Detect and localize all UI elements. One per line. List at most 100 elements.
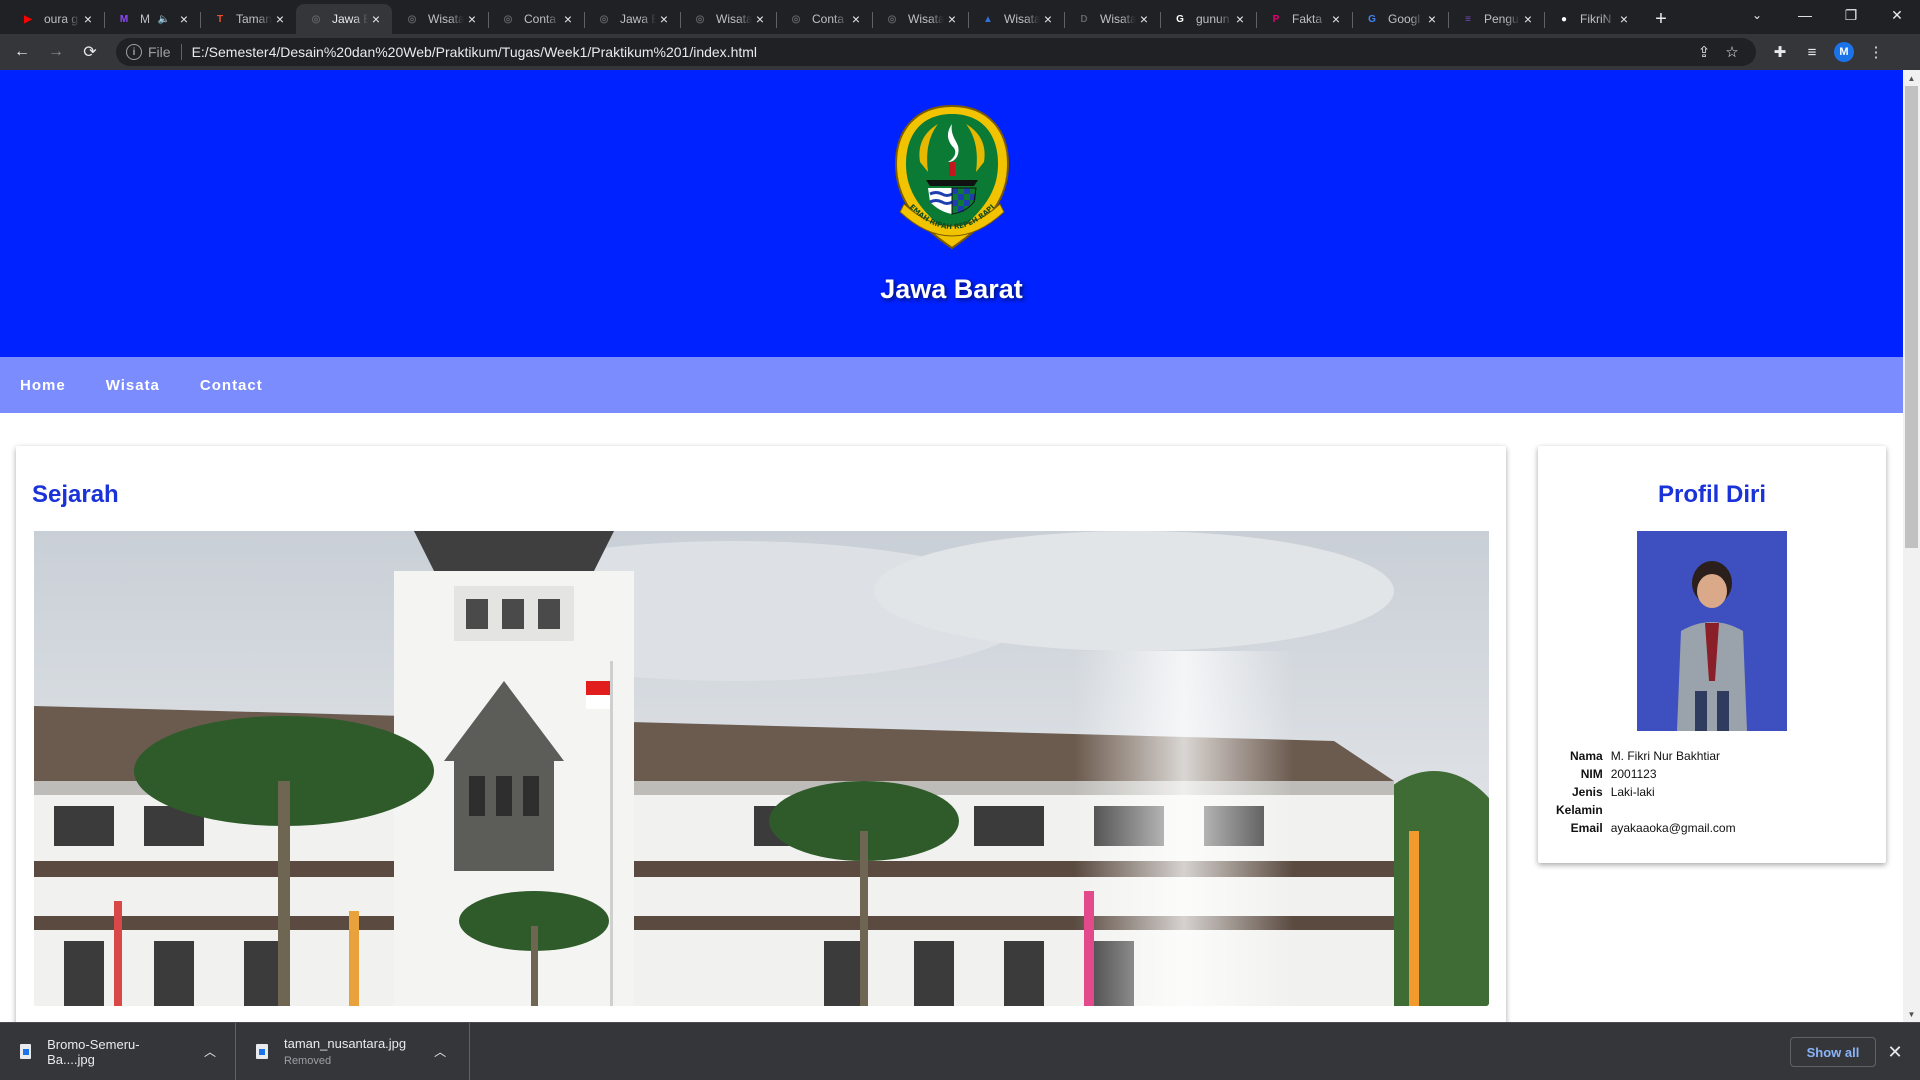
profile-avatar[interactable]: M (1828, 36, 1860, 68)
chevron-up-icon[interactable]: ︿ (426, 1043, 454, 1060)
download-bar: Bromo-Semeru-Ba....jpg ︿ taman_nusantara… (0, 1022, 1920, 1080)
tab-search-icon[interactable]: ⌄ (1742, 2, 1772, 28)
info-icon[interactable]: i (126, 44, 142, 60)
profile-row-jenis: Jenis Laki-laki (1556, 783, 1740, 801)
nav-link-home[interactable]: Home (20, 377, 66, 394)
site-navigation: Home Wisata Contact (0, 357, 1903, 413)
tab-title: Wisata (908, 12, 944, 26)
close-tab-icon[interactable]: × (1232, 11, 1248, 27)
profile-value: 2001123 (1610, 767, 1657, 781)
tab-title: Googl (1388, 12, 1421, 26)
speaker-icon[interactable]: 🔈 (158, 14, 170, 25)
app-icon: T (216, 13, 224, 25)
hero-illustration (34, 531, 1489, 1006)
bird-icon: ▲ (983, 13, 993, 25)
close-tab-icon[interactable]: × (80, 11, 96, 27)
address-url[interactable]: E:/Semester4/Desain%20dan%20Web/Praktiku… (192, 44, 1690, 60)
twitch-icon: M (119, 13, 129, 25)
browser-tab[interactable]: ● FikriN × (1544, 4, 1640, 34)
download-text: taman_nusantara.jpg Removed (284, 1036, 406, 1067)
close-tab-icon[interactable]: × (464, 11, 480, 27)
tab-title: Jawa B (620, 12, 656, 26)
browser-tab[interactable]: ◎ Jawa B × (296, 4, 392, 34)
close-tab-icon[interactable]: × (944, 11, 960, 27)
download-filename: taman_nusantara.jpg (284, 1036, 407, 1051)
browser-tab[interactable]: P Fakta × (1256, 4, 1352, 34)
profile-value: ayakaaoka@gmail.com (1610, 821, 1736, 835)
download-item[interactable]: taman_nusantara.jpg Removed ︿ (236, 1022, 470, 1080)
browser-tab[interactable]: ◎ Jawa B × (584, 4, 680, 34)
gedung-sate-image (34, 531, 1489, 1006)
close-tab-icon[interactable]: × (656, 11, 672, 27)
show-all-button[interactable]: Show all (1790, 1037, 1876, 1067)
tab-strip: ▶ oura g × M M 🔈 × T Taman × ◎ Jawa B × ◎ Wisata × ◎ Cont… (0, 0, 1920, 34)
menu-kebab-icon[interactable]: ⋮ (1860, 36, 1892, 68)
close-tab-icon[interactable]: × (176, 11, 192, 27)
browser-tab[interactable]: ◎ Conta × (488, 4, 584, 34)
close-window-icon[interactable]: ✕ (1874, 0, 1920, 30)
close-tab-icon[interactable]: × (368, 11, 384, 27)
download-item[interactable]: Bromo-Semeru-Ba....jpg ︿ (0, 1022, 236, 1080)
close-icon[interactable]: ✕ (1880, 1037, 1910, 1067)
profile-label: NIM (1580, 767, 1603, 781)
tab-title: Wisata (716, 12, 752, 26)
restore-icon[interactable]: ❐ (1828, 0, 1874, 30)
minimize-icon[interactable]: — (1782, 0, 1828, 30)
browser-tab[interactable]: ◎ Wisata × (872, 4, 968, 34)
globe-icon: ◎ (503, 13, 513, 25)
bookmark-star-icon[interactable]: ☆ (1718, 43, 1746, 61)
close-tab-icon[interactable]: × (272, 11, 288, 27)
close-tab-icon[interactable]: × (752, 11, 768, 27)
browser-tab[interactable]: ▶ oura g × (8, 4, 104, 34)
scroll-up-icon[interactable]: ▲ (1903, 70, 1920, 86)
close-tab-icon[interactable]: × (560, 11, 576, 27)
scroll-thumb[interactable] (1905, 86, 1918, 548)
browser-tab[interactable]: T Taman × (200, 4, 296, 34)
profile-table: Nama M. Fikri Nur Bakhtiar NIM 2001123 J… (1556, 747, 1740, 837)
new-tab-button[interactable]: + (1646, 4, 1676, 34)
profile-label: Email (1570, 821, 1603, 835)
close-tab-icon[interactable]: × (1424, 11, 1440, 27)
tab-list: ▶ oura g × M M 🔈 × T Taman × ◎ Jawa B × ◎ Wisata × ◎ Cont… (0, 4, 1640, 34)
browser-tab[interactable]: M M 🔈 × (104, 4, 200, 34)
page-scrollbar[interactable]: ▲ ▼ (1903, 70, 1920, 1022)
chevron-up-icon[interactable]: ︿ (197, 1043, 223, 1060)
address-bar[interactable]: i File E:/Semester4/Desain%20dan%20Web/P… (116, 38, 1756, 66)
close-tab-icon[interactable]: × (848, 11, 864, 27)
close-tab-icon[interactable]: × (1616, 11, 1632, 27)
profile-row-kelamin: Kelamin (1556, 801, 1740, 819)
browser-tab[interactable]: D Wisata × (1064, 4, 1160, 34)
close-tab-icon[interactable]: × (1136, 11, 1152, 27)
forward-icon[interactable]: → (40, 36, 72, 68)
site-title: Jawa Barat (880, 274, 1023, 304)
tab-title: Wisata (428, 12, 464, 26)
nav-link-wisata[interactable]: Wisata (106, 377, 160, 394)
pinterest-icon: P (1272, 13, 1280, 25)
close-tab-icon[interactable]: × (1520, 11, 1536, 27)
globe-icon: ◎ (599, 13, 609, 25)
browser-tab[interactable]: Ggunun × (1160, 4, 1256, 34)
back-icon[interactable]: ← (6, 36, 38, 68)
browser-tab[interactable]: ◎ Conta × (776, 4, 872, 34)
download-text: Bromo-Semeru-Ba....jpg (47, 1037, 177, 1067)
nav-link-contact[interactable]: Contact (200, 377, 263, 394)
profile-value (1607, 801, 1740, 819)
extensions-icon[interactable]: ✚ (1764, 36, 1796, 68)
sejarah-heading: Sejarah (32, 481, 119, 508)
download-status: Removed (284, 1055, 332, 1067)
browser-tab[interactable]: ≡ Pengu × (1448, 4, 1544, 34)
browser-tab[interactable]: ◎ Wisata × (680, 4, 776, 34)
close-tab-icon[interactable]: × (1040, 11, 1056, 27)
browser-tab[interactable]: G Googl × (1352, 4, 1448, 34)
share-icon[interactable]: ⇪ (1690, 43, 1718, 61)
scroll-down-icon[interactable]: ▼ (1903, 1006, 1920, 1022)
globe-icon: ◎ (311, 13, 321, 25)
browser-tab[interactable]: ◎ Wisata × (392, 4, 488, 34)
media-queue-icon[interactable]: ≡ (1796, 36, 1828, 68)
sejarah-card: Sejarah (16, 446, 1506, 1022)
tab-title: Wisata (1100, 12, 1136, 26)
close-tab-icon[interactable]: × (1328, 11, 1344, 27)
reload-icon[interactable]: ⟳ (74, 36, 106, 68)
page-viewport: GEMAH RIPAH REPEH RAPIH Jawa Barat Home … (0, 70, 1920, 1022)
browser-tab[interactable]: ▲ Wisata × (968, 4, 1064, 34)
